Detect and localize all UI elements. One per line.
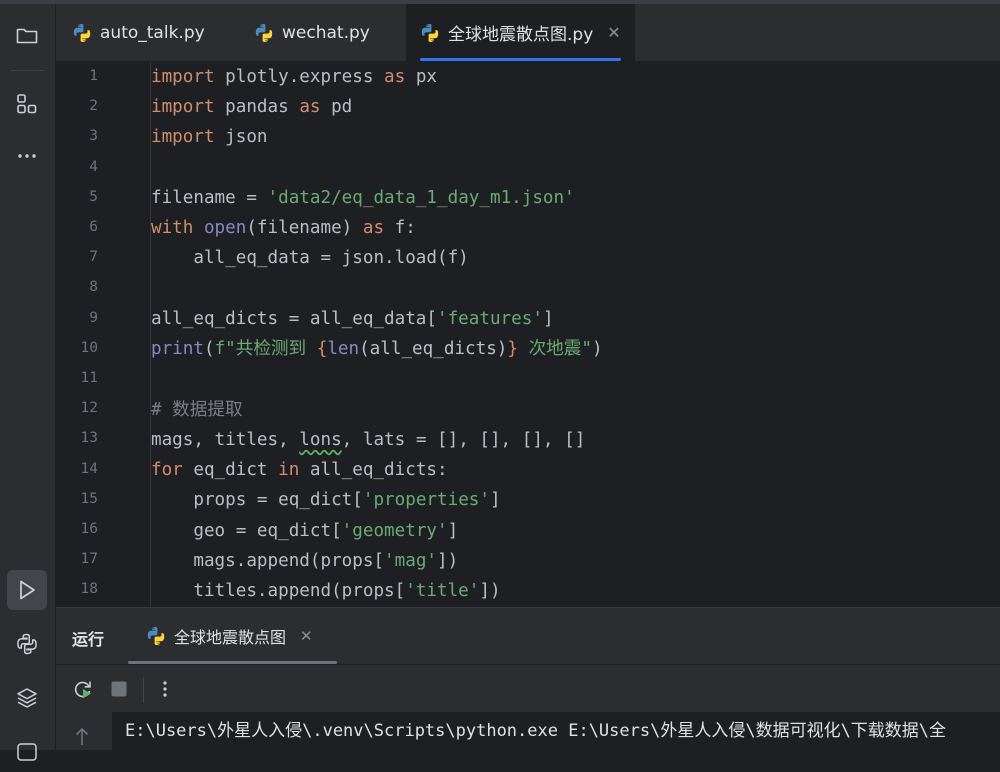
code-area[interactable]: import plotly.express as px import panda…	[151, 62, 1000, 607]
line-number: 17	[80, 551, 98, 568]
line-number: 15	[80, 490, 98, 507]
structure-icon	[17, 94, 37, 114]
line-number: 6	[89, 219, 98, 235]
tab-auto-talk[interactable]: auto_talk.py	[72, 4, 205, 61]
run-tab-label: 全球地震散点图	[174, 628, 287, 647]
line-number-gutter: 1 2 3 4 5 6 7 8 9 10 11 12 13 14 15 16 17 18	[56, 62, 128, 607]
tab-wechat[interactable]: wechat.py	[254, 4, 370, 61]
line-number: 1	[89, 68, 98, 84]
active-tab-indicator	[420, 58, 621, 61]
line-number: 14	[80, 460, 98, 477]
line-number: 4	[89, 158, 98, 175]
run-tool-button[interactable]	[7, 570, 47, 610]
code-line: import json	[151, 127, 268, 147]
python-console-icon	[17, 633, 37, 655]
rerun-button[interactable]	[71, 677, 95, 701]
toolbar-separator	[143, 677, 144, 703]
editor-tab-bar: auto_talk.py wechat.py 全球地震散点图.py ✕	[56, 4, 1000, 62]
layers-button[interactable]	[7, 678, 47, 718]
run-console[interactable]: E:\Users\外星人入侵\.venv\Scripts\python.exe …	[56, 712, 1000, 750]
stop-icon	[111, 681, 127, 697]
close-run-tab-icon[interactable]: ✕	[300, 627, 313, 645]
rerun-icon	[74, 681, 91, 699]
console-gutter	[56, 712, 112, 750]
code-line: import plotly.express as px	[151, 67, 438, 87]
code-line: filename = 'data2/eq_data_1_day_m1.json'	[151, 188, 575, 208]
line-number: 8	[89, 279, 98, 296]
line-number: 12	[80, 400, 98, 417]
stop-button[interactable]	[107, 677, 131, 701]
code-line: geo = eq_dict['geometry']	[151, 521, 459, 541]
code-line: for eq_dict in all_eq_dicts:	[151, 460, 448, 480]
tab-label: 全球地震散点图.py	[448, 25, 594, 45]
scroll-up-arrow-icon[interactable]	[74, 726, 90, 746]
code-line: # 数据提取	[151, 400, 243, 420]
activity-bar	[0, 4, 56, 761]
vertical-dots-icon	[163, 681, 167, 697]
terminal-icon	[17, 743, 37, 761]
code-line: all_eq_dicts = all_eq_data['features']	[151, 309, 554, 329]
layers-icon	[17, 688, 37, 708]
code-line: all_eq_data = json.load(f)	[151, 248, 469, 268]
more-options-button[interactable]	[153, 677, 177, 701]
code-line: import pandas as pd	[151, 97, 353, 117]
weak-warning-squiggle: lons	[299, 430, 342, 450]
line-number: 10	[80, 339, 98, 356]
line-number: 5	[89, 188, 98, 205]
line-number: 13	[80, 430, 98, 447]
more-dots-icon	[18, 154, 36, 158]
code-line: props = eq_dict['properties']	[151, 490, 501, 510]
line-number: 9	[89, 309, 98, 326]
line-number: 7	[89, 249, 98, 266]
tab-label: auto_talk.py	[100, 22, 205, 43]
run-triangle-icon	[20, 580, 35, 600]
run-panel-title: 运行	[72, 630, 105, 649]
more-tools-button[interactable]	[7, 136, 47, 176]
console-output-line: E:\Users\外星人入侵\.venv\Scripts\python.exe …	[125, 721, 947, 741]
code-line: mags.append(props['mag'])	[151, 551, 459, 571]
activity-separator	[10, 70, 44, 71]
line-number: 2	[89, 98, 98, 115]
terminal-button[interactable]	[7, 732, 47, 772]
python-file-icon	[146, 626, 166, 646]
line-number: 16	[80, 521, 98, 537]
code-line: mags, titles, lons, lats = [], [], [], […	[151, 430, 586, 450]
code-line: titles.append(props['title'])	[151, 581, 501, 601]
project-folder-button[interactable]	[7, 16, 47, 56]
line-number: 11	[80, 370, 98, 386]
structure-button[interactable]	[7, 84, 47, 124]
python-file-icon	[420, 23, 440, 43]
tab-global-earthquake-scatter[interactable]: 全球地震散点图.py ✕	[406, 4, 635, 61]
code-editor[interactable]: 1 2 3 4 5 6 7 8 9 10 11 12 13 14 15 16 17 18 import plotl…	[56, 62, 1000, 607]
close-tab-icon[interactable]: ✕	[607, 23, 620, 42]
code-line: print(f"共检测到 {len(all_eq_dicts)} 次地震")	[151, 339, 603, 359]
line-number: 18	[80, 581, 98, 598]
tab-label: wechat.py	[282, 22, 370, 43]
python-file-icon	[72, 23, 92, 43]
folder-icon	[16, 28, 38, 44]
run-panel-header: 运行 全球地震散点图 ✕	[56, 607, 1000, 664]
line-number: 3	[89, 128, 98, 145]
python-file-icon	[254, 23, 274, 43]
python-console-button[interactable]	[7, 624, 47, 664]
code-line: with open(filename) as f:	[151, 218, 416, 238]
run-config-tab[interactable]: 全球地震散点图 ✕	[128, 608, 337, 664]
run-toolbar	[56, 664, 1000, 713]
